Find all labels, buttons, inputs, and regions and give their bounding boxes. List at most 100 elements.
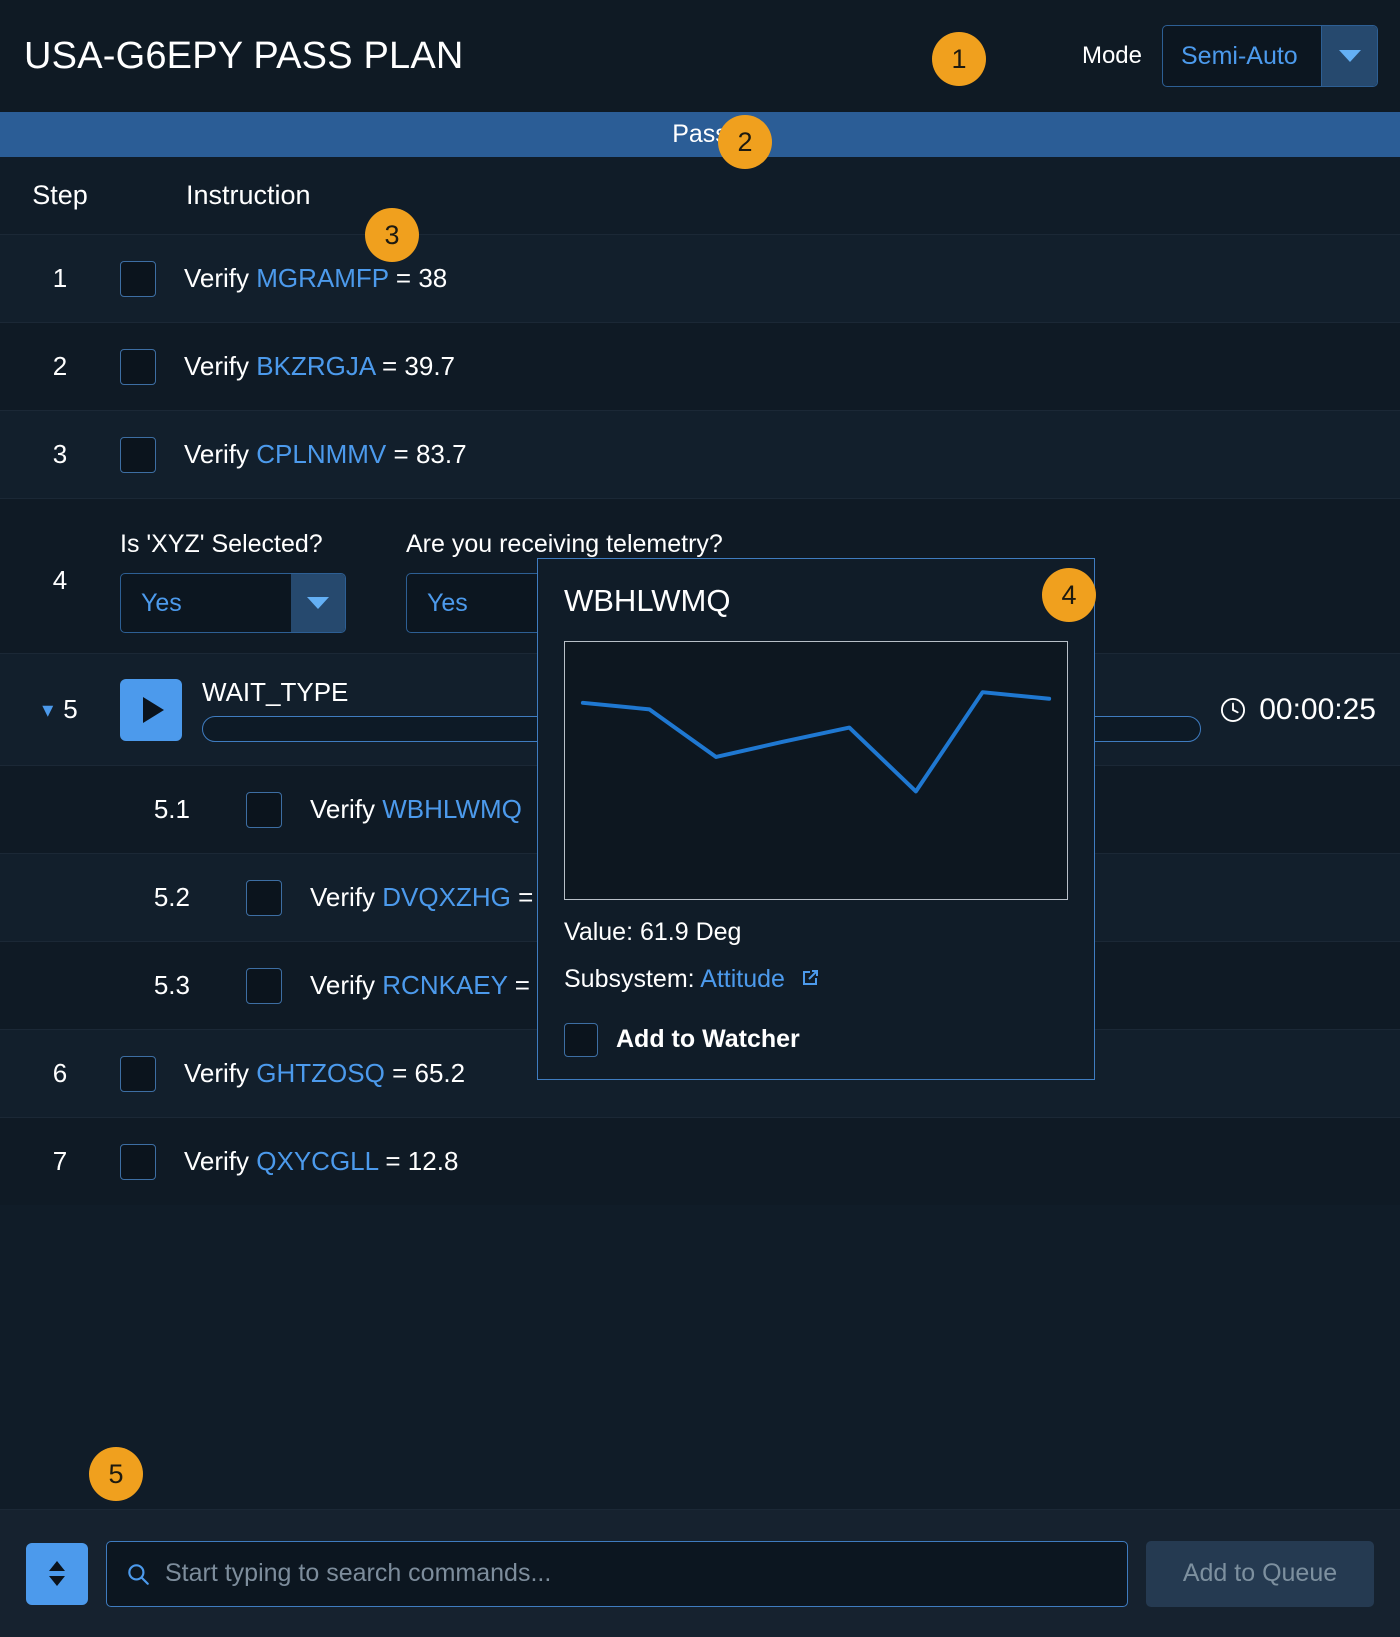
wait-timer: 00:00:25	[1219, 693, 1376, 727]
chevron-up-icon	[49, 1561, 65, 1571]
search-input[interactable]	[165, 1559, 1109, 1588]
instruction-verb: Verify	[184, 1058, 249, 1088]
step-checkbox[interactable]	[120, 437, 156, 473]
table-row[interactable]: 7 Verify QXYCGLL = 12.8	[0, 1117, 1400, 1205]
add-to-watcher-checkbox[interactable]	[564, 1023, 598, 1057]
instruction-mnemonic[interactable]: GHTZOSQ	[256, 1058, 385, 1088]
stepper-updown-button[interactable]	[26, 1543, 88, 1605]
step-checkbox[interactable]	[120, 261, 156, 297]
mode-select-value: Semi-Auto	[1163, 26, 1321, 86]
chevron-down-icon	[307, 597, 329, 609]
pass-banner: Pass	[0, 112, 1400, 157]
step-checkbox[interactable]	[120, 1056, 156, 1092]
step-instruction: Verify WBHLWMQ	[310, 794, 522, 825]
step-number: 5.1	[0, 794, 190, 825]
question-select[interactable]: Yes	[120, 573, 346, 633]
search-icon	[125, 1561, 151, 1587]
question-block: Is 'XYZ' Selected? Yes	[120, 530, 346, 633]
instruction-verb: Verify	[310, 794, 375, 824]
telemetry-sparkline-chart	[564, 641, 1068, 900]
instruction-verb: Verify	[184, 351, 249, 381]
step-number: 5.2	[0, 882, 190, 913]
step-number: 5	[63, 694, 77, 725]
step-number: 6	[0, 1058, 120, 1089]
table-header: Step Instruction	[0, 157, 1400, 234]
popup-value: 61.9 Deg	[640, 918, 741, 946]
popup-subsystem-row: Subsystem: Attitude	[564, 965, 1068, 997]
step-number-expandable[interactable]: ▾ 5	[0, 694, 120, 725]
instruction-mnemonic[interactable]: QXYCGLL	[256, 1146, 378, 1176]
external-link-icon[interactable]	[798, 966, 822, 997]
mode-select[interactable]: Semi-Auto	[1162, 25, 1378, 87]
step-number: 7	[0, 1146, 120, 1177]
sparkline-series	[583, 692, 1049, 791]
chevron-down-icon	[49, 1576, 65, 1586]
instruction-mnemonic[interactable]: BKZRGJA	[256, 351, 374, 381]
step-instruction: Verify BKZRGJA = 39.7	[184, 351, 455, 382]
instruction-operator: =	[394, 439, 409, 469]
column-header-step: Step	[0, 180, 120, 211]
wait-timer-value: 00:00:25	[1259, 693, 1376, 727]
instruction-value: 38	[418, 263, 447, 293]
step-instruction: Verify MGRAMFP = 38	[184, 263, 447, 294]
table-row[interactable]: 2 Verify BKZRGJA = 39.7	[0, 322, 1400, 410]
instruction-value: 65.2	[414, 1058, 465, 1088]
callout-badge-3: 3	[365, 208, 419, 262]
instruction-mnemonic[interactable]: MGRAMFP	[256, 263, 388, 293]
add-to-queue-button[interactable]: Add to Queue	[1146, 1541, 1374, 1607]
question-label: Is 'XYZ' Selected?	[120, 530, 346, 559]
command-search[interactable]	[106, 1541, 1128, 1607]
clock-icon	[1219, 696, 1247, 724]
instruction-mnemonic[interactable]: WBHLWMQ	[382, 794, 522, 824]
question-label: Are you receiving telemetry?	[406, 530, 723, 559]
instruction-mnemonic[interactable]: DVQXZHG	[382, 882, 511, 912]
step-instruction: Verify QXYCGLL = 12.8	[184, 1146, 458, 1177]
step-number: 1	[0, 263, 120, 294]
step-checkbox[interactable]	[246, 880, 282, 916]
instruction-verb: Verify	[184, 1146, 249, 1176]
instruction-mnemonic[interactable]: CPLNMMV	[256, 439, 386, 469]
instruction-operator: =	[515, 970, 530, 1000]
step-checkbox[interactable]	[246, 968, 282, 1004]
column-header-instruction: Instruction	[186, 180, 311, 211]
mode-label: Mode	[1082, 42, 1142, 70]
callout-badge-4: 4	[1042, 568, 1096, 622]
popup-value-label: Value:	[564, 918, 633, 946]
instruction-verb: Verify	[184, 263, 249, 293]
command-bar: Add to Queue	[0, 1509, 1400, 1637]
header-controls: Mode Semi-Auto	[1064, 25, 1378, 87]
callout-badge-5: 5	[89, 1447, 143, 1501]
add-to-watcher-label: Add to Watcher	[616, 1025, 800, 1054]
instruction-operator: =	[385, 1146, 400, 1176]
table-row[interactable]: 1 Verify MGRAMFP = 38	[0, 234, 1400, 322]
instruction-value: 83.7	[416, 439, 467, 469]
app-header: USA-G6EPY PASS PLAN Mode Semi-Auto	[0, 0, 1400, 112]
callout-badge-1: 1	[932, 32, 986, 86]
mode-select-toggle[interactable]	[1321, 26, 1377, 86]
sparkline-svg	[565, 642, 1067, 899]
callout-badge-2: 2	[718, 115, 772, 169]
chevron-down-icon[interactable]: ▾	[42, 699, 53, 721]
instruction-verb: Verify	[310, 970, 375, 1000]
instruction-mnemonic[interactable]: RCNKAEY	[382, 970, 507, 1000]
question-select-value: Yes	[121, 574, 291, 632]
question-select-toggle[interactable]	[291, 574, 345, 632]
instruction-operator: =	[518, 882, 533, 912]
instruction-operator: =	[382, 351, 397, 381]
step-number: 5.3	[0, 970, 190, 1001]
step-checkbox[interactable]	[246, 792, 282, 828]
popup-subsystem-link[interactable]: Attitude	[700, 965, 785, 993]
table-row[interactable]: 3 Verify CPLNMMV = 83.7	[0, 410, 1400, 498]
play-button[interactable]	[120, 679, 182, 741]
instruction-value: 12.8	[408, 1146, 459, 1176]
instruction-value: 39.7	[404, 351, 455, 381]
telemetry-popup: WBHLWMQ Value: 61.9 Deg Subsystem: Attit…	[537, 558, 1095, 1080]
add-to-watcher-row[interactable]: Add to Watcher	[564, 1023, 1068, 1057]
popup-value-row: Value: 61.9 Deg	[564, 918, 1068, 947]
step-instruction: Verify GHTZOSQ = 65.2	[184, 1058, 465, 1089]
step-number: 2	[0, 351, 120, 382]
step-checkbox[interactable]	[120, 1144, 156, 1180]
step-number: 4	[0, 565, 120, 596]
step-checkbox[interactable]	[120, 349, 156, 385]
step-instruction: Verify DVQXZHG =	[310, 882, 533, 913]
